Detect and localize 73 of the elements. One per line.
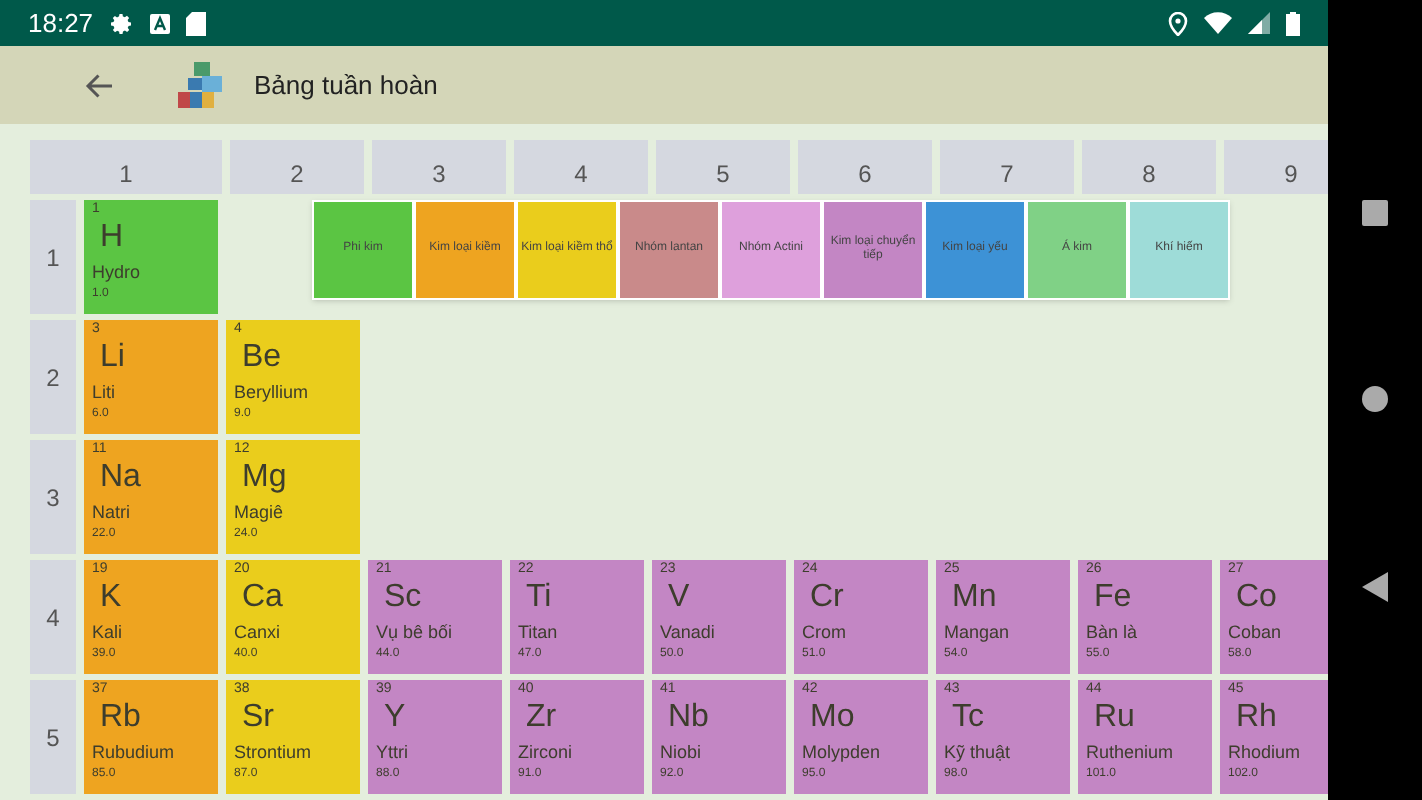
element-name: Strontium (234, 744, 312, 762)
element-name: Bàn là (1086, 624, 1138, 642)
element-name: Niobi (660, 744, 702, 762)
signal-icon (1248, 12, 1270, 34)
back-triangle-icon[interactable] (1362, 571, 1388, 601)
element-name: Natri (92, 504, 131, 522)
element-name: Kali (92, 624, 123, 642)
gear-icon (109, 11, 134, 35)
element-name: Yttri (376, 744, 409, 762)
element-name: Coban (1228, 624, 1282, 642)
element-symbol: Sc (384, 582, 422, 614)
clock: 18:27 (28, 5, 94, 42)
element-symbol: Cr (810, 582, 844, 614)
row-header: 1 (30, 200, 76, 314)
element-symbol: Rh (1236, 702, 1277, 734)
element-symbol: Ca (242, 582, 283, 614)
element-symbol: K (100, 582, 122, 614)
sd-card-icon (185, 11, 206, 35)
element-name: Rubudium (92, 744, 175, 762)
element-symbol: Na (100, 462, 141, 494)
element-name: Liti (92, 384, 116, 402)
column-header: 9 (1224, 140, 1328, 194)
element-symbol: Nb (668, 702, 709, 734)
element-name: Rhodium (1228, 744, 1301, 762)
element-symbol: V (668, 582, 690, 614)
element-symbol: Ti (526, 582, 552, 614)
element-name: Kỹ thuật (944, 744, 1011, 762)
column-header: 6 (798, 140, 932, 194)
element-name: Canxi (234, 624, 281, 642)
column-header: 7 (940, 140, 1074, 194)
home-circle-icon[interactable] (1362, 385, 1388, 411)
element-symbol: Be (242, 342, 282, 374)
column-header: 1 (30, 140, 222, 194)
element-name: Zirconi (518, 744, 573, 762)
element-symbol: H (100, 222, 124, 254)
battery-icon (1286, 11, 1300, 35)
element-symbol: Zr (526, 702, 557, 734)
row-header: 2 (30, 320, 76, 434)
row-header: 5 (30, 680, 76, 794)
column-header: 4 (514, 140, 648, 194)
app-title: Bảng tuần hoàn (254, 67, 438, 104)
element-symbol: Ru (1094, 702, 1135, 734)
blocks-icon (178, 61, 226, 109)
square-icon[interactable] (1362, 199, 1388, 225)
element-symbol: Rb (100, 702, 141, 734)
location-icon (1168, 11, 1188, 35)
element-name: Crom (802, 624, 846, 642)
element-name: Ruthenium (1086, 744, 1174, 762)
element-name: Mangan (944, 624, 1010, 642)
element-name: Molypden (802, 744, 881, 762)
column-header: 8 (1082, 140, 1216, 194)
column-header: 3 (372, 140, 506, 194)
wifi-icon (1204, 12, 1232, 34)
row-header: 4 (30, 560, 76, 674)
element-symbol: Tc (952, 702, 984, 734)
element-symbol: Mn (952, 582, 997, 614)
element-name: Vụ bê bối (376, 624, 453, 642)
element-symbol: Fe (1094, 582, 1132, 614)
element-symbol: Mg (242, 462, 287, 494)
element-symbol: Li (100, 342, 125, 374)
letter-a-icon (149, 13, 170, 33)
element-name: Beryllium (234, 384, 309, 402)
column-header: 2 (230, 140, 364, 194)
element-name: Hydro (92, 264, 141, 282)
row-header: 3 (30, 440, 76, 554)
element-symbol: Co (1236, 582, 1277, 614)
element-symbol: Mo (810, 702, 855, 734)
column-header: 5 (656, 140, 790, 194)
element-name: Vanadi (660, 624, 715, 642)
element-name: Magiê (234, 504, 284, 522)
element-name: Titan (518, 624, 558, 642)
element-symbol: Y (384, 702, 406, 734)
element-symbol: Sr (242, 702, 274, 734)
